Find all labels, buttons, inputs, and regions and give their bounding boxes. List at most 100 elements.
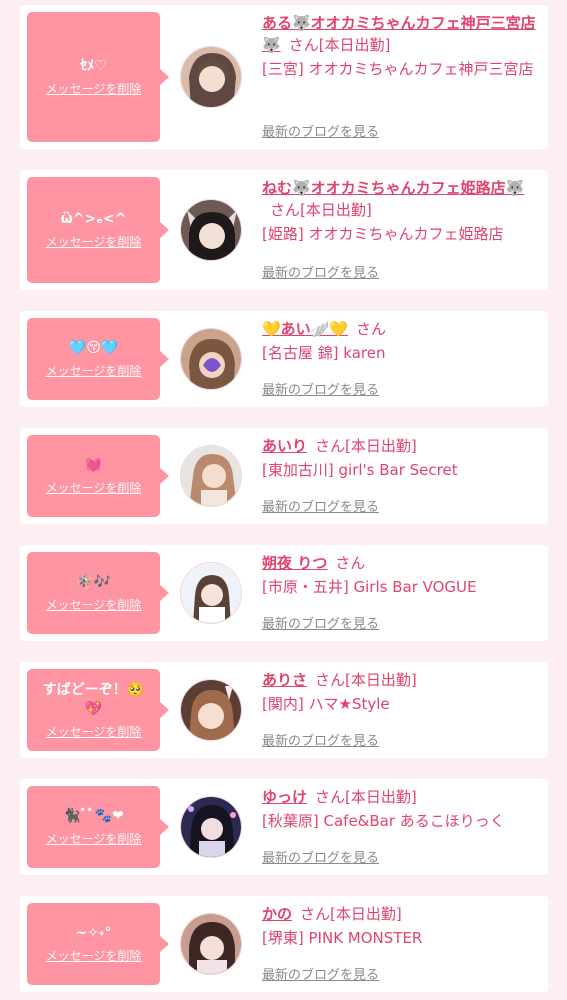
cast-info: かの さん[本日出勤] [堺東] PINK MONSTER xyxy=(262,903,542,949)
latest-blog-link[interactable]: 最新のブログを見る xyxy=(262,964,379,983)
avatar[interactable] xyxy=(180,796,242,858)
latest-blog-link[interactable]: 最新のブログを見る xyxy=(262,496,379,515)
san-label: さん xyxy=(315,437,346,455)
message-text: ὣ^>ₑ<^ xyxy=(60,211,127,227)
delete-message-link[interactable]: メッセージを削除 xyxy=(46,479,142,496)
latest-blog-link[interactable]: 最新のブログを見る xyxy=(262,121,379,140)
shop-name: PINK MONSTER xyxy=(308,929,423,947)
shop-name: オオカミちゃんカフェ姫路店 xyxy=(308,225,504,243)
shop-line: [東加古川] girl's Bar Secret xyxy=(262,461,458,479)
delete-message-link[interactable]: メッセージを削除 xyxy=(46,830,142,847)
area-label: 東加古川 xyxy=(267,461,328,479)
message-text: 💓 xyxy=(84,457,103,473)
area-label: 市原・五井 xyxy=(267,578,343,596)
shop-name: karen xyxy=(343,344,386,362)
attendance-status: [本日出勤] xyxy=(345,437,417,455)
avatar[interactable] xyxy=(180,445,242,507)
message-text: 🪅🎶 xyxy=(76,574,111,590)
latest-blog-link[interactable]: 最新のブログを見る xyxy=(262,613,379,632)
message-bubble: 🪅🎶 メッセージを削除 xyxy=(27,552,169,634)
delete-message-link[interactable]: メッセージを削除 xyxy=(46,596,142,613)
shop-line: [秋葉原] Cafe&Bar あるこほりっく xyxy=(262,812,505,830)
area-label: 姫路 xyxy=(267,225,298,243)
shop-name: Girls Bar VOGUE xyxy=(353,578,477,596)
san-label: さん xyxy=(300,905,331,923)
shop-line: [市原・五井] Girls Bar VOGUE xyxy=(262,578,477,596)
message-card: 🪅🎶 メッセージを削除 朔夜 りつ さん [市原・五井] Girls Bar VO… xyxy=(20,545,548,641)
latest-blog-link[interactable]: 最新のブログを見る xyxy=(262,730,379,749)
area-label: 秋葉原 xyxy=(267,812,313,830)
attendance-status: [本日出勤] xyxy=(330,905,402,923)
area-label: 関内 xyxy=(267,695,298,713)
message-text: ~✧˖° xyxy=(75,925,112,941)
avatar[interactable] xyxy=(180,199,242,261)
san-label: さん xyxy=(356,320,387,338)
latest-blog-link[interactable]: 最新のブログを見る xyxy=(262,262,379,281)
attendance-status: [本日出勤] xyxy=(345,788,417,806)
latest-blog-link[interactable]: 最新のブログを見る xyxy=(262,847,379,866)
cast-name-link[interactable]: ありさ xyxy=(262,671,307,689)
cast-info: あいり さん[本日出勤] [東加古川] girl's Bar Secret xyxy=(262,435,542,481)
cast-name-link[interactable]: 💛あい🪽💛 xyxy=(262,320,348,338)
avatar[interactable] xyxy=(180,562,242,624)
message-bubble: 💓 メッセージを削除 xyxy=(27,435,169,517)
message-card: ὣ^>ₑ<^ メッセージを削除 ねむ🐺オオカミちゃんカフェ姫路店🐺 さん[本日出勤… xyxy=(20,170,548,290)
message-text: 🩵😚🩵 xyxy=(68,340,119,356)
latest-blog-link[interactable]: 最新のブログを見る xyxy=(262,379,379,398)
message-bubble: ~✧˖° メッセージを削除 xyxy=(27,903,169,985)
cast-info: ゆっけ さん[本日出勤] [秋葉原] Cafe&Bar あるこほりっく xyxy=(262,786,542,832)
cast-name-link[interactable]: かの xyxy=(262,905,292,923)
cast-info: 朔夜 りつ さん [市原・五井] Girls Bar VOGUE xyxy=(262,552,542,598)
avatar[interactable] xyxy=(180,679,242,741)
shop-line: [堺東] PINK MONSTER xyxy=(262,929,423,947)
san-label: さん xyxy=(288,36,319,54)
message-bubble: ｾﾒ♡ メッセージを削除 xyxy=(27,12,169,142)
cast-info: ありさ さん[本日出勤] [関内] ハマ★Style xyxy=(262,669,542,715)
message-text: すばどーぞ！🥺 💖 xyxy=(42,681,145,717)
area-label: 名古屋 錦 xyxy=(267,344,333,362)
message-bubble: 🩵😚🩵 メッセージを削除 xyxy=(27,318,169,400)
delete-message-link[interactable]: メッセージを削除 xyxy=(46,947,142,964)
san-label: さん xyxy=(315,671,346,689)
san-label: さん xyxy=(270,201,301,219)
message-bubble: ὣ^>ₑ<^ メッセージを削除 xyxy=(27,177,169,283)
cast-name-link[interactable]: ゆっけ xyxy=(262,788,307,806)
cast-name-link[interactable]: あいり xyxy=(262,437,307,455)
avatar[interactable] xyxy=(180,46,242,108)
shop-name: オオカミちゃんカフェ神戸三宮店 xyxy=(308,60,534,78)
san-label: さん xyxy=(335,554,366,572)
message-card: ~✧˖° メッセージを削除 かの さん[本日出勤] [堺東] PINK MONST… xyxy=(20,896,548,992)
avatar[interactable] xyxy=(180,328,242,390)
shop-name: Cafe&Bar あるこほりっく xyxy=(323,812,505,830)
message-text: 🐈‍⬛ﾞﾞ🐾❤ xyxy=(63,808,124,824)
shop-name: ハマ★Style xyxy=(308,695,390,713)
message-bubble: すばどーぞ！🥺 💖 メッセージを削除 xyxy=(27,669,169,751)
message-bubble: 🐈‍⬛ﾞﾞ🐾❤ メッセージを削除 xyxy=(27,786,169,868)
shop-line: [関内] ハマ★Style xyxy=(262,695,390,713)
delete-message-link[interactable]: メッセージを削除 xyxy=(46,80,142,97)
shop-line: [姫路] オオカミちゃんカフェ姫路店 xyxy=(262,225,504,243)
avatar[interactable] xyxy=(180,913,242,975)
cast-info: 💛あい🪽💛 さん [名古屋 錦] karen xyxy=(262,318,542,364)
delete-message-link[interactable]: メッセージを削除 xyxy=(46,362,142,379)
cast-name-link[interactable]: 朔夜 りつ xyxy=(262,554,327,572)
message-card: ｾﾒ♡ メッセージを削除 ある🐺オオカミちゃんカフェ神戸三宮店🐺 さん[本日出勤]… xyxy=(20,5,548,149)
message-card: 🐈‍⬛ﾞﾞ🐾❤ メッセージを削除 ゆっけ さん[本日出勤] [秋葉原] Cafe&… xyxy=(20,779,548,875)
message-list: ｾﾒ♡ メッセージを削除 ある🐺オオカミちゃんカフェ神戸三宮店🐺 さん[本日出勤]… xyxy=(0,0,567,1000)
san-label: さん xyxy=(315,788,346,806)
attendance-status: [本日出勤] xyxy=(300,201,372,219)
message-text: ｾﾒ♡ xyxy=(80,58,107,74)
shop-line: [三宮] オオカミちゃんカフェ神戸三宮店 xyxy=(262,60,534,78)
delete-message-link[interactable]: メッセージを削除 xyxy=(46,233,142,250)
shop-line: [名古屋 錦] karen xyxy=(262,344,386,362)
area-label: 三宮 xyxy=(267,60,298,78)
message-card: 💓 メッセージを削除 あいり さん[本日出勤] [東加古川] girl's Bar… xyxy=(20,428,548,524)
delete-message-link[interactable]: メッセージを削除 xyxy=(46,723,142,740)
cast-info: ねむ🐺オオカミちゃんカフェ姫路店🐺 さん[本日出勤] [姫路] オオカミちゃんカフ… xyxy=(262,177,542,245)
message-card: 🩵😚🩵 メッセージを削除 💛あい🪽💛 さん [名古屋 錦] karen 最新のブロ… xyxy=(20,311,548,407)
attendance-status: [本日出勤] xyxy=(318,36,391,54)
area-label: 堺東 xyxy=(267,929,298,947)
shop-name: girl's Bar Secret xyxy=(338,461,458,479)
message-card: すばどーぞ！🥺 💖 メッセージを削除 ありさ さん[本日出勤] [関内] ハマ★S… xyxy=(20,662,548,758)
cast-name-link[interactable]: ねむ🐺オオカミちゃんカフェ姫路店🐺 xyxy=(262,179,524,197)
